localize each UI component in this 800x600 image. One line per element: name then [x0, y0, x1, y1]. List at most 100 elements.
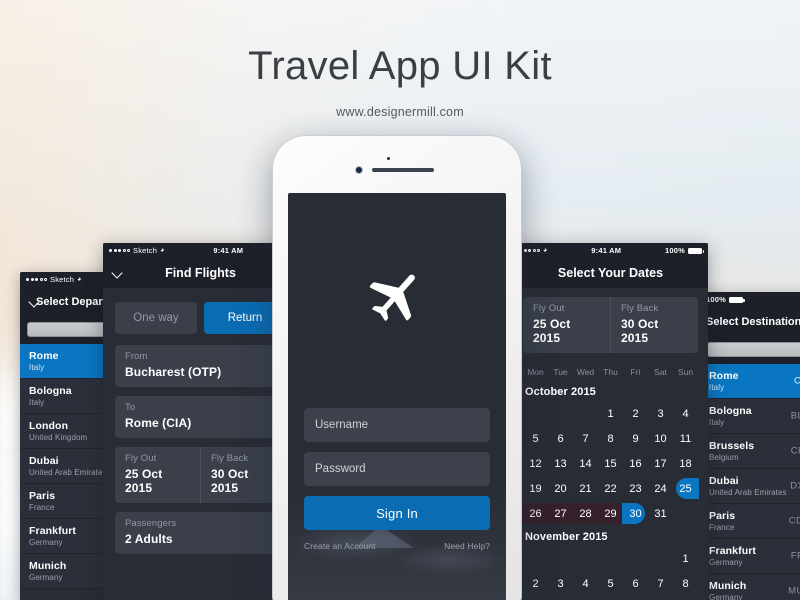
- status-bar-left: Sketch ◕: [26, 275, 82, 284]
- calendar-day[interactable]: 22: [598, 476, 623, 501]
- city-country: Italy: [709, 418, 725, 428]
- city-country: United Arab Emirates: [709, 488, 787, 498]
- status-bar-left: ◕: [519, 247, 547, 254]
- chevron-down-icon[interactable]: [29, 297, 40, 308]
- calendar-day[interactable]: 26: [522, 501, 549, 526]
- calendar-day[interactable]: 16: [623, 451, 648, 476]
- list-item[interactable]: BrusselsBelgium CRL: [700, 434, 800, 470]
- calendar-day[interactable]: 8: [673, 571, 698, 596]
- fly-out-label: Fly Out: [125, 453, 157, 464]
- calendar-weekday-header: Mon Tue Wed Thu Fri Sat Sun: [523, 362, 698, 381]
- to-value: Rome (CIA): [125, 416, 192, 430]
- list-item[interactable]: MunichGermany MUC: [700, 574, 800, 600]
- city-country: Belgium: [709, 453, 739, 463]
- signal-dots-icon: [519, 249, 540, 252]
- calendar-day[interactable]: 5: [598, 571, 623, 596]
- passengers-field[interactable]: Passengers 2 Adults: [115, 512, 286, 554]
- weekday-label: Wed: [576, 367, 595, 377]
- calendar-grid[interactable]: 1 2 3 4 5 6 7 8 9 10 11 12 13 14 15 16 17 18 19 20 21 22 23 24 2…: [522, 401, 699, 526]
- calendar-blank: [623, 546, 648, 571]
- calendar-day[interactable]: 1: [673, 546, 698, 571]
- calendar-day[interactable]: 28: [572, 501, 599, 526]
- city-country: France: [709, 523, 735, 533]
- chevron-down-icon[interactable]: [112, 268, 123, 279]
- list-item[interactable]: BolognaItaly BLQ: [700, 399, 800, 435]
- calendar-months[interactable]: October 2015 1 2 3 4 5 6 7 8 9 10 11 12 13 14 15 16 17 18 1…: [522, 381, 699, 596]
- calendar-day[interactable]: 29: [597, 501, 624, 526]
- calendar-day[interactable]: 7: [573, 426, 598, 451]
- calendar-day[interactable]: 6: [623, 571, 648, 596]
- calendar-day[interactable]: 10: [648, 426, 673, 451]
- calendar-day[interactable]: 19: [523, 476, 548, 501]
- city-name: Paris: [709, 510, 736, 523]
- fly-back-summary[interactable]: Fly Back 30 Oct 2015: [610, 297, 698, 353]
- from-field[interactable]: From Bucharest (OTP): [115, 345, 286, 387]
- fly-out-value: 25 Oct 2015: [125, 467, 163, 495]
- calendar-day[interactable]: 20: [548, 476, 573, 501]
- list-item[interactable]: ParisFrance CDG: [700, 504, 800, 540]
- calendar-day[interactable]: 2: [523, 571, 548, 596]
- search-input[interactable]: [707, 342, 800, 357]
- to-field[interactable]: To Rome (CIA): [115, 396, 286, 438]
- calendar-day[interactable]: 5: [523, 426, 548, 451]
- passengers-value: 2 Adults: [125, 532, 173, 546]
- calendar-day[interactable]: 17: [648, 451, 673, 476]
- list-item[interactable]: FrankfurtGermany FRA: [700, 539, 800, 575]
- sign-in-button[interactable]: Sign In: [304, 496, 490, 530]
- calendar-day[interactable]: 3: [648, 401, 673, 426]
- list-item[interactable]: DubaiUnited Arab EmiratesDXB: [700, 469, 800, 505]
- calendar-day[interactable]: 6: [548, 426, 573, 451]
- calendar-day[interactable]: 9: [623, 426, 648, 451]
- username-input[interactable]: Username: [304, 408, 490, 442]
- calendar-day[interactable]: 4: [673, 401, 698, 426]
- fly-back-value: 30 Oct 2015: [211, 467, 249, 495]
- weekday-label: Sat: [654, 367, 667, 377]
- calendar-day[interactable]: 14: [573, 451, 598, 476]
- need-help-link[interactable]: Need Help?: [444, 541, 490, 551]
- calendar-day[interactable]: 12: [523, 451, 548, 476]
- calendar-day[interactable]: 7: [648, 571, 673, 596]
- calendar-day[interactable]: 3: [548, 571, 573, 596]
- calendar-day[interactable]: 23: [623, 476, 648, 501]
- calendar-day[interactable]: 4: [573, 571, 598, 596]
- airport-code: DXB: [790, 480, 800, 492]
- calendar-day[interactable]: 11: [673, 426, 698, 451]
- battery-icon: [688, 247, 704, 254]
- calendar-day[interactable]: 18: [673, 451, 698, 476]
- phone-sign-in: Username Password Sign In Create an Acco…: [272, 135, 522, 600]
- battery-percent-label: 100%: [706, 295, 726, 304]
- fly-out-field[interactable]: Fly Out 25 Oct 2015: [115, 447, 200, 503]
- create-account-link[interactable]: Create an Account: [304, 541, 376, 551]
- calendar-day[interactable]: 21: [573, 476, 598, 501]
- calendar-grid[interactable]: 1 2345678: [523, 546, 698, 596]
- clock-label: 9:41 AM: [591, 246, 622, 255]
- calendar-day[interactable]: 31: [648, 501, 673, 526]
- find-flights-form: One way Return From Bucharest (OTP) To R…: [103, 288, 298, 554]
- calendar-day[interactable]: 8: [598, 426, 623, 451]
- dates-body: Fly Out 25 Oct 2015 Fly Back 30 Oct 2015…: [513, 288, 708, 596]
- calendar-day[interactable]: 30: [622, 501, 648, 526]
- page-heading: Travel App UI Kit www.designermill.com: [0, 44, 800, 119]
- screen-find-flights: Sketch ◕ 9:41 AM Find Flights One way Re…: [103, 243, 298, 600]
- calendar-day[interactable]: 25: [673, 476, 699, 501]
- trip-type-one-way-button[interactable]: One way: [115, 302, 197, 334]
- calendar-day[interactable]: 13: [548, 451, 573, 476]
- dates-summary-field[interactable]: Fly Out 25 Oct 2015 Fly Back 30 Oct 2015: [523, 297, 698, 353]
- password-input[interactable]: Password: [304, 452, 490, 486]
- calendar-blank: [648, 546, 673, 571]
- calendar-month-label: November 2015: [525, 531, 608, 543]
- calendar-day[interactable]: 2: [623, 401, 648, 426]
- calendar-day[interactable]: 1: [598, 401, 623, 426]
- weekday-label: Mon: [527, 367, 544, 377]
- list-item[interactable]: RomeItaly CIA: [700, 364, 800, 400]
- calendar-day[interactable]: 27: [547, 501, 574, 526]
- city-list[interactable]: RomeItalyCIABolognaItalyBLQBrusselsBelgi…: [700, 364, 800, 600]
- calendar-day[interactable]: 15: [598, 451, 623, 476]
- calendar-day[interactable]: 24: [648, 476, 673, 501]
- airplane-icon: [367, 267, 427, 327]
- fly-out-summary[interactable]: Fly Out 25 Oct 2015: [523, 297, 610, 353]
- weekday-label: Thu: [603, 367, 618, 377]
- city-name: Munich: [709, 580, 747, 593]
- dates-field[interactable]: Fly Out 25 Oct 2015 Fly Back 30 Oct 2015: [115, 447, 286, 503]
- trip-type-segment[interactable]: One way Return: [115, 302, 286, 334]
